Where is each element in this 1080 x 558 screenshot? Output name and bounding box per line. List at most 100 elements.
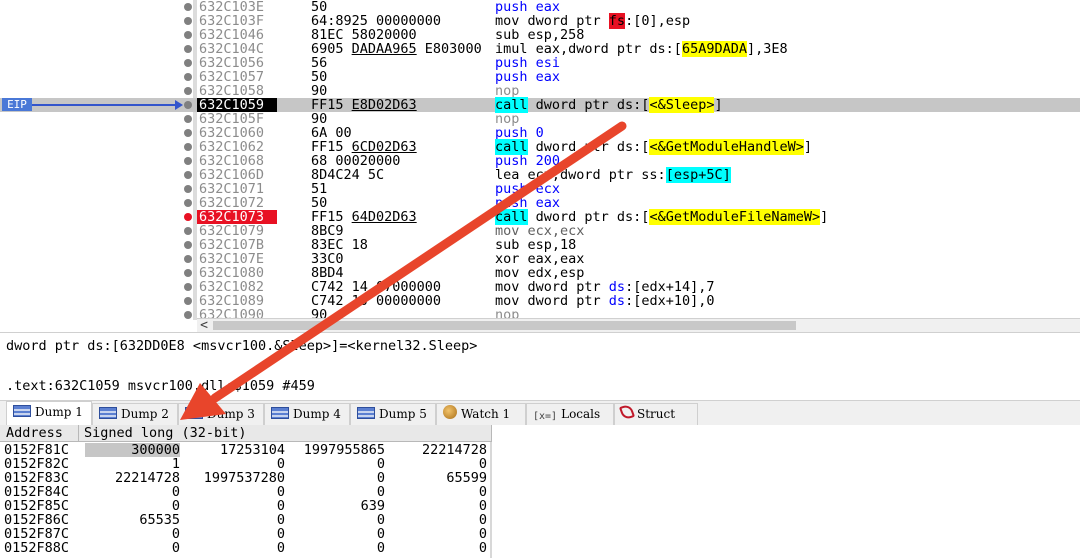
dump-pane[interactable]: Address Signed long (32-bit) 0152F81C 300… xyxy=(0,425,1080,558)
tab-dump-1[interactable]: Dump 1 xyxy=(6,401,92,426)
breakpoint-slot-icon[interactable] xyxy=(184,3,192,11)
breakpoint-slot-icon[interactable] xyxy=(184,185,192,193)
horizontal-scrollbar[interactable]: < xyxy=(197,318,1080,332)
tab-locals[interactable]: [x=] Locals xyxy=(526,403,614,425)
breakpoint-slot-icon[interactable] xyxy=(184,283,192,291)
tab-dump-3[interactable]: Dump 3 xyxy=(178,403,264,425)
breakpoint-slot-icon[interactable] xyxy=(184,241,192,249)
dump-value[interactable]: 0 xyxy=(392,527,487,541)
breakpoint-slot-icon[interactable] xyxy=(184,311,192,319)
dump-value[interactable]: 0 xyxy=(190,541,285,555)
tab-watch-1[interactable]: Watch 1 xyxy=(436,403,526,425)
dump-value[interactable]: 0 xyxy=(392,485,487,499)
disasm-row[interactable]: 632C1073 FF15 64D02D63 call dword ptr ds:[… xyxy=(0,209,1080,225)
column-header-signed-long[interactable]: Signed long (32-bit) xyxy=(80,425,492,442)
dump-value[interactable]: 22214728 xyxy=(85,471,180,485)
tab-dump-5[interactable]: Dump 5 xyxy=(350,403,436,425)
breakpoint-slot-icon[interactable] xyxy=(184,143,192,151)
tab-dump-4[interactable]: Dump 4 xyxy=(264,403,350,425)
disasm-row[interactable]: 632C1071 51 push ecx xyxy=(0,182,1080,196)
dump-value[interactable]: 0 xyxy=(85,499,180,513)
dump-value[interactable]: 0 xyxy=(290,541,385,555)
disasm-row[interactable]: 632C1082 C742 14 07000000 mov dword ptr ds… xyxy=(0,280,1080,294)
dump-row[interactable]: 0152F86C 65535 0 0 0 xyxy=(0,513,492,527)
disasm-row[interactable]: 632C103E 50 push eax xyxy=(0,0,1080,14)
disasm-row[interactable]: 632C1057 50 push eax xyxy=(0,70,1080,84)
dump-value[interactable]: 0 xyxy=(290,527,385,541)
disassembly-pane[interactable]: 632C103E 50 push eax 632C103F 64:8925 000000… xyxy=(0,0,1080,332)
dump-value[interactable]: 0 xyxy=(392,499,487,513)
disasm-row[interactable]: 632C1089 C742 10 00000000 mov dword ptr ds… xyxy=(0,294,1080,308)
disasm-row[interactable]: 632C104C 6905 DADAA965 E803000 imul eax,dw… xyxy=(0,41,1080,57)
disasm-row[interactable]: 632C1062 FF15 6CD02D63 call dword ptr ds:[… xyxy=(0,139,1080,155)
breakpoint-slot-icon[interactable] xyxy=(184,157,192,165)
dump-value[interactable]: 300000 xyxy=(85,443,180,457)
dump-value[interactable]: 0 xyxy=(290,513,385,527)
dump-value[interactable]: 1997955865 xyxy=(290,443,385,457)
dump-value[interactable]: 0 xyxy=(190,485,285,499)
dump-value[interactable]: 0 xyxy=(85,485,180,499)
disasm-row[interactable]: 632C1060 6A 00 push 0 xyxy=(0,126,1080,140)
tab-dump-2[interactable]: Dump 2 xyxy=(92,403,178,425)
dump-value[interactable]: 0 xyxy=(392,513,487,527)
dump-value[interactable]: 65599 xyxy=(392,471,487,485)
dump-value[interactable]: 65535 xyxy=(85,513,180,527)
dump-row[interactable]: 0152F81C 300000 17253104 1997955865 22214728 xyxy=(0,443,492,457)
dump-value[interactable]: 17253104 xyxy=(190,443,285,457)
breakpoint-slot-icon[interactable] xyxy=(184,59,192,67)
dump-row[interactable]: 0152F84C 0 0 0 0 xyxy=(0,485,492,499)
breakpoint-slot-icon[interactable] xyxy=(184,73,192,81)
dump-value[interactable]: 1997537280 xyxy=(190,471,285,485)
breakpoint-slot-icon[interactable] xyxy=(184,199,192,207)
breakpoint-icon[interactable] xyxy=(184,213,192,221)
breakpoint-slot-icon[interactable] xyxy=(184,255,192,263)
disasm-row[interactable]: 632C105F 90 nop xyxy=(0,112,1080,126)
dump-row[interactable]: 0152F85C 0 0 639 0 xyxy=(0,499,492,513)
instruction-text: push eax xyxy=(495,0,560,14)
dump-value[interactable]: 0 xyxy=(190,527,285,541)
dump-value[interactable]: 0 xyxy=(190,499,285,513)
column-header-address[interactable]: Address xyxy=(0,425,79,442)
disasm-row[interactable]: 632C103F 64:8925 00000000 mov dword ptr fs… xyxy=(0,13,1080,29)
breakpoint-slot-icon[interactable] xyxy=(184,17,192,25)
disasm-row[interactable]: 632C1068 68 00020000 push 200 xyxy=(0,154,1080,168)
disasm-row[interactable]: 632C1079 8BC9 mov ecx,ecx xyxy=(0,224,1080,238)
dump-value[interactable]: 22214728 xyxy=(392,443,487,457)
dump-value[interactable]: 1 xyxy=(85,457,180,471)
dump-value[interactable]: 0 xyxy=(85,541,180,555)
breakpoint-slot-icon[interactable] xyxy=(184,227,192,235)
scroll-left-button[interactable]: < xyxy=(197,319,211,332)
breakpoint-slot-icon[interactable] xyxy=(184,129,192,137)
dump-value[interactable]: 0 xyxy=(290,485,385,499)
disasm-row[interactable]: 632C1080 8BD4 mov edx,esp xyxy=(0,266,1080,280)
breakpoint-slot-icon[interactable] xyxy=(184,115,192,123)
disasm-row[interactable]: 632C1056 56 push esi xyxy=(0,56,1080,70)
breakpoint-slot-icon[interactable] xyxy=(184,87,192,95)
disasm-row[interactable]: 632C106D 8D4C24 5C lea ecx,dword ptr ss:[e… xyxy=(0,167,1080,183)
scrollbar-thumb[interactable] xyxy=(213,321,796,330)
breakpoint-slot-icon[interactable] xyxy=(184,45,192,53)
breakpoint-slot-icon[interactable] xyxy=(184,101,192,109)
dump-value[interactable]: 0 xyxy=(392,541,487,555)
dump-row[interactable]: 0152F88C 0 0 0 0 xyxy=(0,541,492,555)
breakpoint-slot-icon[interactable] xyxy=(184,269,192,277)
dump-value[interactable]: 0 xyxy=(190,457,285,471)
breakpoint-slot-icon[interactable] xyxy=(184,297,192,305)
disasm-row[interactable]: 632C107E 33C0 xor eax,eax xyxy=(0,252,1080,266)
dump-value[interactable]: 639 xyxy=(290,499,385,513)
disasm-row[interactable]: 632C1046 81EC 58020000 sub esp,258 xyxy=(0,28,1080,42)
disasm-row[interactable]: 632C1058 90 nop xyxy=(0,84,1080,98)
dump-row[interactable]: 0152F87C 0 0 0 0 xyxy=(0,527,492,541)
dump-row[interactable]: 0152F83C 22214728 1997537280 0 65599 xyxy=(0,471,492,485)
dump-row[interactable]: 0152F82C 1 0 0 0 xyxy=(0,457,492,471)
dump-value[interactable]: 0 xyxy=(190,513,285,527)
dump-value[interactable]: 0 xyxy=(290,471,385,485)
disasm-row[interactable]: 632C1072 50 push eax xyxy=(0,196,1080,210)
dump-value[interactable]: 0 xyxy=(290,457,385,471)
dump-value[interactable]: 0 xyxy=(392,457,487,471)
breakpoint-slot-icon[interactable] xyxy=(184,31,192,39)
breakpoint-slot-icon[interactable] xyxy=(184,171,192,179)
disasm-row[interactable]: 632C107B 83EC 18 sub esp,18 xyxy=(0,238,1080,252)
tab-struct[interactable]: Struct xyxy=(614,403,698,425)
dump-value[interactable]: 0 xyxy=(85,527,180,541)
